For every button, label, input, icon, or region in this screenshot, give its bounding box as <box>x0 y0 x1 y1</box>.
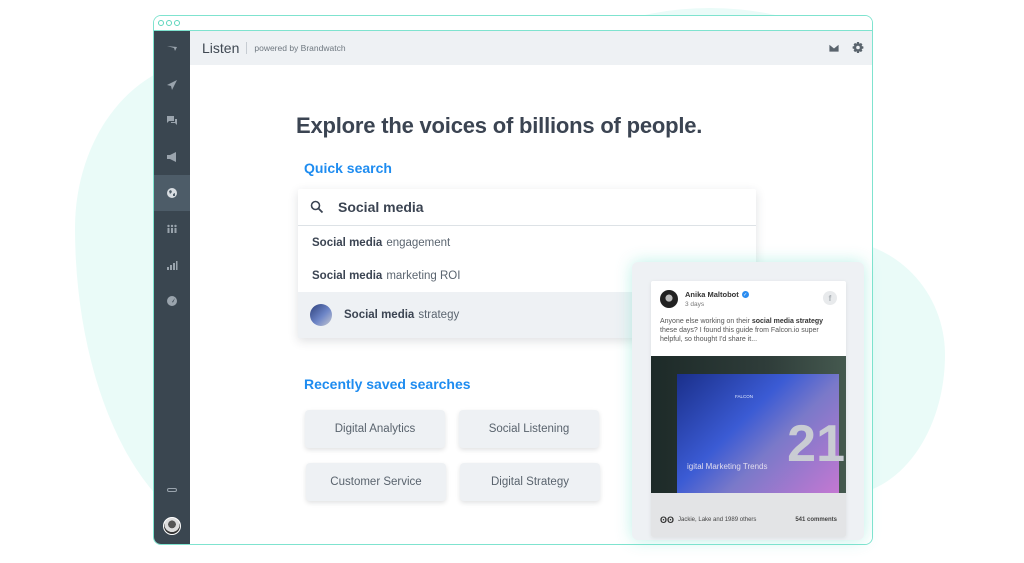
window-control-dot[interactable] <box>174 20 180 26</box>
window-control-dot[interactable] <box>158 20 164 26</box>
suggestion-rest: marketing ROI <box>386 269 461 282</box>
social-post-panel: Anika Maltobot ✓ 3 days f Anyone else wo… <box>632 262 864 540</box>
user-avatar <box>163 517 181 535</box>
speedometer-icon <box>167 296 177 306</box>
post-text-part: these days? I found this guide from Falc… <box>660 327 819 343</box>
window-control-dot[interactable] <box>166 20 172 26</box>
falcon-logo-icon <box>167 46 177 51</box>
suggestion-match: Social media <box>312 236 383 249</box>
app-title: Listen <box>202 40 240 56</box>
sidebar-bottom <box>154 472 190 544</box>
sidebar-item-listen[interactable] <box>154 175 190 211</box>
people-icon <box>167 224 177 233</box>
top-bar-actions <box>828 31 864 65</box>
search-input-row <box>298 189 756 226</box>
saved-search-button[interactable]: Digital Analytics <box>305 410 445 448</box>
sidebar-item-publish[interactable] <box>154 67 190 103</box>
title-divider <box>246 42 248 54</box>
sidebar-item-audience[interactable] <box>154 211 190 247</box>
comments-count[interactable]: 541 comments <box>795 517 837 523</box>
paper-plane-icon <box>167 80 177 90</box>
post-text-highlight: social media strategy <box>751 318 824 325</box>
ebook-cover: FALCON 21 igital Marketing Trends <box>677 374 845 493</box>
ebook-title: igital Marketing Trends <box>687 462 768 471</box>
mail-icon[interactable] <box>828 42 840 54</box>
post-text-part: Anyone else working on their <box>660 318 752 325</box>
recent-searches-label: Recently saved searches <box>304 376 471 392</box>
post-header: Anika Maltobot ✓ 3 days f <box>651 281 846 308</box>
facebook-icon: f <box>823 291 837 305</box>
saved-search-button[interactable]: Digital Strategy <box>460 463 600 501</box>
suggestion-match: Social media <box>312 269 383 282</box>
post-timestamp: 3 days <box>685 301 705 308</box>
sidebar-item-profile[interactable] <box>154 508 190 544</box>
author-avatar <box>660 290 678 308</box>
window-titlebar <box>154 16 872 31</box>
suggestion-rest: engagement <box>386 236 451 249</box>
saved-search-button[interactable]: Social Listening <box>459 410 599 448</box>
reactions-text: Jackie, Lake and 1989 others <box>678 517 757 523</box>
post-reactions[interactable]: ʘʘ Jackie, Lake and 1989 others <box>660 515 756 525</box>
suggestion-rest: strategy <box>418 309 460 321</box>
globe-icon <box>167 188 177 198</box>
bar-chart-icon <box>167 261 178 270</box>
powered-by-label: powered by Brandwatch <box>254 43 346 53</box>
author-name-text: Anika Maltobot <box>685 290 739 299</box>
sidebar-item-measure[interactable] <box>154 247 190 283</box>
post-footer: ʘʘ Jackie, Lake and 1989 others 541 comm… <box>651 493 846 537</box>
saved-search-button[interactable]: Customer Service <box>306 463 446 501</box>
megaphone-icon <box>167 152 176 162</box>
author-name: Anika Maltobot ✓ <box>685 290 749 299</box>
suggestion-match: Social media <box>344 309 415 321</box>
sidebar-item-home[interactable] <box>154 31 190 67</box>
sidebar-item-engage[interactable] <box>154 103 190 139</box>
sidebar-item-dashboard[interactable] <box>154 283 190 319</box>
post-image: FALCON 21 igital Marketing Trends <box>651 356 846 493</box>
suggestion-thumbnail <box>310 304 332 326</box>
social-post-card[interactable]: Anika Maltobot ✓ 3 days f Anyone else wo… <box>651 281 846 537</box>
page-headline: Explore the voices of billions of people… <box>296 113 703 138</box>
ebook-brand: FALCON <box>735 394 754 399</box>
chat-bubbles-icon <box>167 116 177 125</box>
ebook-number: 21 <box>787 415 845 473</box>
gear-icon[interactable] <box>852 42 864 54</box>
search-icon <box>310 200 324 214</box>
sidebar-item-advertise[interactable] <box>154 139 190 175</box>
search-input[interactable] <box>338 199 718 215</box>
reactions-icon: ʘʘ <box>660 515 675 525</box>
sidebar-item-link[interactable] <box>154 472 190 508</box>
verified-badge-icon: ✓ <box>741 291 749 298</box>
top-bar: Listen powered by Brandwatch <box>190 31 872 65</box>
post-body: Anyone else working on their social medi… <box>651 308 846 344</box>
quick-search-label: Quick search <box>304 160 392 176</box>
link-icon <box>167 488 177 492</box>
search-suggestion[interactable]: Social media engagement <box>298 226 756 259</box>
sidebar <box>154 31 190 544</box>
